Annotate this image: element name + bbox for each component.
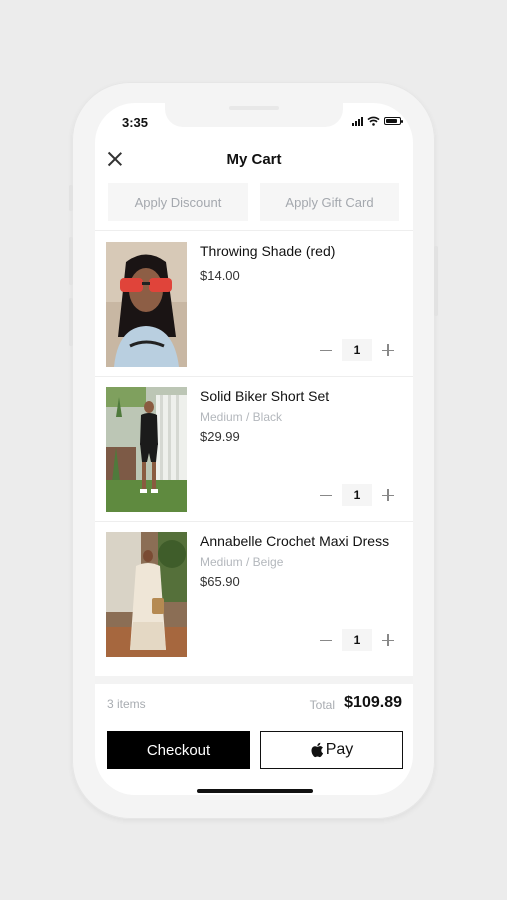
apple-pay-label: Pay <box>325 741 354 758</box>
screen: 3:35 My Cart Apply Discount Apply Gift C… <box>95 103 413 795</box>
item-name[interactable]: Annabelle Crochet Maxi Dress <box>200 533 389 549</box>
cart-item: Solid Biker Short Set Medium / Black $29… <box>95 377 413 523</box>
status-time: 3:35 <box>122 115 149 130</box>
minus-icon[interactable] <box>319 343 333 357</box>
checkout-button[interactable]: Checkout <box>107 731 250 769</box>
cart-item: Annabelle Crochet Maxi Dress Medium / Be… <box>95 522 413 668</box>
signal-icon <box>352 116 363 126</box>
minus-icon[interactable] <box>319 488 333 502</box>
plus-icon[interactable] <box>381 488 395 502</box>
wifi-icon <box>367 116 380 126</box>
quantity-value: 1 <box>342 629 372 651</box>
item-name[interactable]: Throwing Shade (red) <box>200 243 335 259</box>
product-image[interactable] <box>106 532 187 657</box>
status-icons <box>352 116 403 126</box>
quantity-stepper: 1 <box>319 629 395 651</box>
item-price: $65.90 <box>200 574 240 589</box>
item-name[interactable]: Solid Biker Short Set <box>200 388 329 404</box>
total-label: Total <box>309 698 335 712</box>
product-image[interactable] <box>106 387 187 512</box>
apply-discount-button[interactable]: Apply Discount <box>108 183 248 221</box>
apple-pay-button[interactable]: Pay <box>260 731 403 769</box>
item-variant: Medium / Beige <box>200 555 284 569</box>
volume-down-button <box>69 298 73 346</box>
apple-icon <box>311 742 323 758</box>
total-value: $109.89 <box>344 694 402 711</box>
power-button <box>434 246 438 316</box>
home-indicator[interactable] <box>197 789 313 793</box>
minus-icon[interactable] <box>319 633 333 647</box>
volume-up-button <box>69 237 73 285</box>
quantity-stepper: 1 <box>319 339 395 361</box>
summary-separator <box>95 676 413 684</box>
quantity-value: 1 <box>342 339 372 361</box>
item-variant: Medium / Black <box>200 410 283 424</box>
silent-switch <box>69 185 73 211</box>
product-image[interactable] <box>106 242 187 367</box>
battery-icon <box>384 117 403 125</box>
quantity-stepper: 1 <box>319 484 395 506</box>
quantity-value: 1 <box>342 484 372 506</box>
page-title: My Cart <box>226 151 282 168</box>
apply-gift-card-button[interactable]: Apply Gift Card <box>260 183 399 221</box>
plus-icon[interactable] <box>381 343 395 357</box>
speaker <box>229 106 279 110</box>
cart-item: Throwing Shade (red) $14.00 1 <box>95 231 413 377</box>
notch <box>165 103 343 127</box>
item-count: 3 items <box>107 697 146 711</box>
item-price: $14.00 <box>200 268 240 283</box>
item-price: $29.99 <box>200 429 240 444</box>
plus-icon[interactable] <box>381 633 395 647</box>
